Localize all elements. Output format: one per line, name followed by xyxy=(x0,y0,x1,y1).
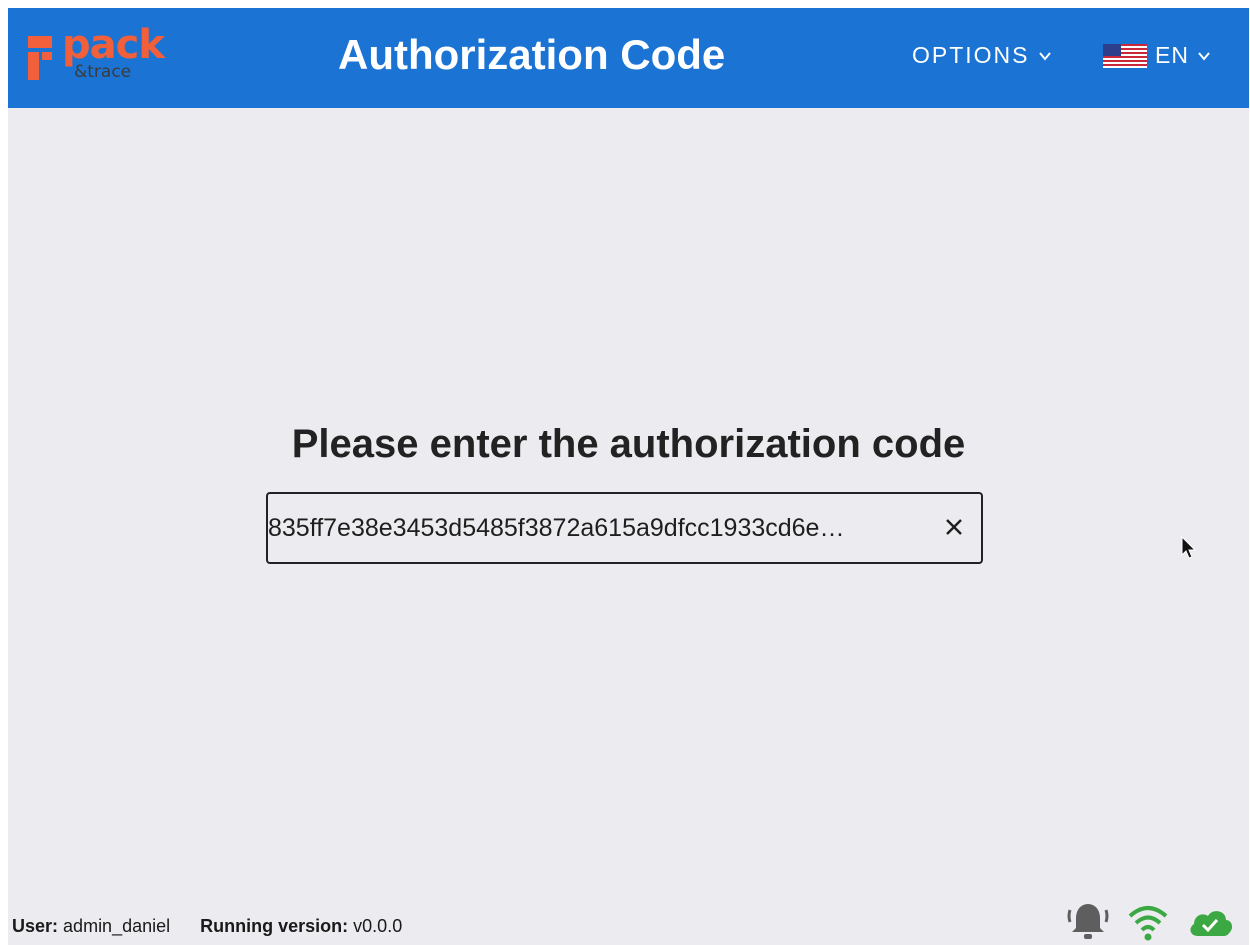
wifi-icon[interactable] xyxy=(1126,900,1170,944)
options-menu-button[interactable]: OPTIONS xyxy=(912,42,1052,69)
user-value: admin_daniel xyxy=(63,916,171,936)
bell-icon[interactable] xyxy=(1066,900,1110,944)
authorization-code-input[interactable] xyxy=(268,494,940,562)
clear-input-icon[interactable] xyxy=(943,516,965,538)
mouse-pointer-icon xyxy=(1181,536,1197,559)
auth-prompt-heading: Please enter the authorization code xyxy=(291,422,966,466)
logo-mark-icon xyxy=(28,36,52,80)
cloud-check-icon[interactable] xyxy=(1186,900,1234,944)
language-label: EN xyxy=(1155,42,1189,68)
us-flag-icon xyxy=(1103,43,1147,68)
status-footer: User: admin_daniel Running version: v0.0… xyxy=(12,916,402,937)
pack-trace-logo[interactable]: pack &trace xyxy=(28,22,178,90)
top-bar: pack &trace Authorization Code OPTIONS E… xyxy=(8,8,1249,108)
logo-subtitle: &trace xyxy=(74,62,132,82)
chevron-down-icon xyxy=(1038,51,1051,61)
chevron-down-icon xyxy=(1198,51,1210,61)
authorization-code-field[interactable] xyxy=(266,492,983,564)
user-label: User: xyxy=(12,916,59,936)
language-selector[interactable]: EN xyxy=(1103,42,1211,69)
version-label: Running version: xyxy=(200,916,349,936)
page-title: Authorization Code xyxy=(338,31,726,78)
version-value: v0.0.0 xyxy=(353,916,403,936)
options-label: OPTIONS xyxy=(912,42,1030,68)
app-window: pack &trace Authorization Code OPTIONS E… xyxy=(8,8,1249,945)
